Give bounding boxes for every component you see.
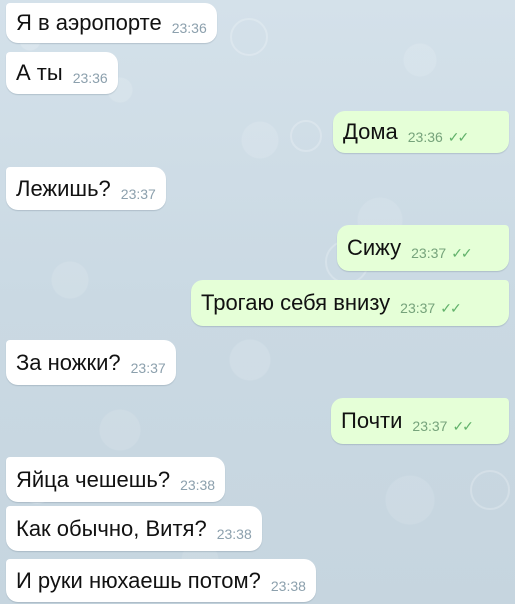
chat-area: Я в аэропорте 23:36 А ты 23:36 Дома 23:3…	[0, 0, 515, 604]
message-text: Сижу	[347, 235, 402, 260]
message-text: Лежишь?	[16, 175, 111, 201]
message-bubble[interactable]: Я в аэропорте 23:36	[6, 3, 217, 43]
message-text: Дома	[343, 119, 398, 144]
message-time: 23:36	[407, 129, 443, 145]
message-bubble[interactable]: Трогаю себя внизу 23:37 ✓✓	[191, 280, 509, 326]
message-time: 23:38	[180, 476, 216, 493]
message-bubble[interactable]: А ты 23:36	[6, 52, 118, 94]
message-text: Трогаю себя внизу	[201, 290, 391, 315]
message-time: 23:37	[130, 359, 166, 376]
message-text: И руки нюхаешь потом?	[16, 567, 261, 593]
double-check-icon: ✓✓	[452, 418, 474, 434]
message-time: 23:36	[171, 20, 207, 36]
message-bubble[interactable]: Лежишь? 23:37	[6, 167, 166, 210]
background-doodle-circle	[470, 470, 510, 510]
message-text: Как обычно, Витя?	[16, 515, 207, 541]
message-bubble[interactable]: Сижу 23:37 ✓✓	[337, 225, 509, 271]
message-time: 23:38	[216, 525, 252, 542]
message-time: 23:37	[400, 300, 436, 316]
message-text: А ты	[16, 60, 63, 85]
message-time: 23:37	[120, 185, 156, 202]
message-bubble[interactable]: Дома 23:36 ✓✓	[333, 111, 509, 153]
message-time: 23:37	[412, 418, 448, 434]
message-time: 23:37	[411, 245, 447, 261]
message-text: Почти	[341, 408, 403, 433]
message-bubble[interactable]: Яйца чешешь? 23:38	[6, 457, 226, 502]
message-bubble[interactable]: Почти 23:37 ✓✓	[331, 398, 509, 444]
background-doodle-circle	[290, 120, 322, 152]
background-doodle-circle	[230, 18, 268, 56]
message-bubble[interactable]: Как обычно, Витя? 23:38	[6, 506, 262, 551]
double-check-icon: ✓✓	[451, 245, 473, 261]
message-bubble[interactable]: За ножки? 23:37	[6, 340, 176, 385]
double-check-icon: ✓✓	[447, 129, 470, 145]
message-time: 23:38	[270, 577, 306, 594]
message-text: Яйца чешешь?	[16, 466, 171, 492]
message-bubble[interactable]: И руки нюхаешь потом? 23:38	[6, 559, 316, 602]
message-text: Я в аэропорте	[16, 10, 162, 35]
double-check-icon: ✓✓	[440, 300, 462, 316]
message-time: 23:36	[72, 70, 108, 86]
message-text: За ножки?	[16, 349, 121, 375]
